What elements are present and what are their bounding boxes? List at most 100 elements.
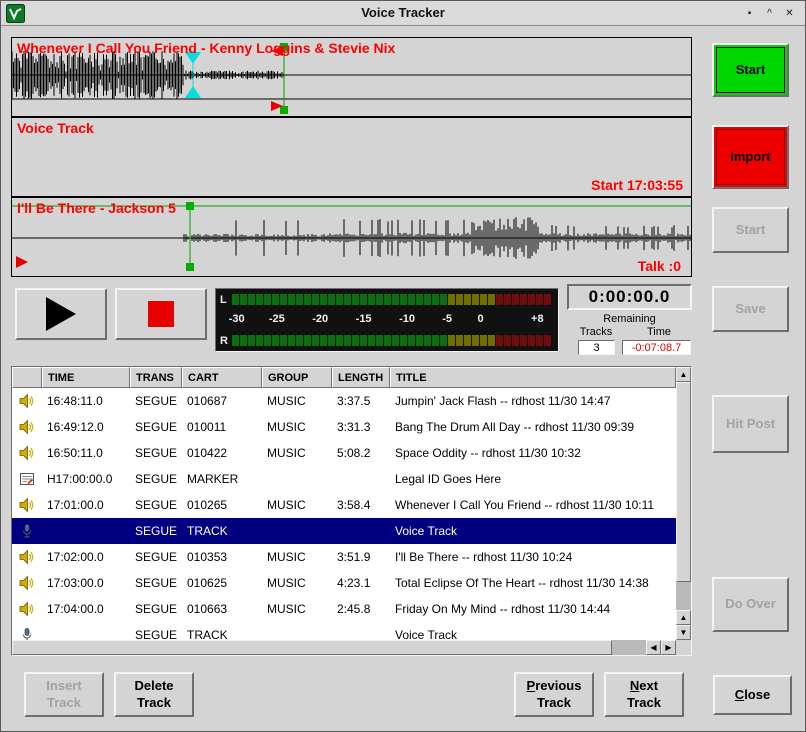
track-panel-previous-song[interactable]: Whenever I Call You Friend - Kenny Loggi… xyxy=(11,37,692,117)
remaining-time-label: Time xyxy=(631,326,687,338)
import-button[interactable]: Import xyxy=(712,125,789,189)
speaker-icon xyxy=(19,419,35,435)
cell-group: MUSIC xyxy=(262,596,332,622)
insert-track-label-1: Insert xyxy=(46,678,81,695)
close-window-icon[interactable]: ✕ xyxy=(782,6,797,21)
meter-segments-right xyxy=(232,335,552,346)
cell-length: 4:23.1 xyxy=(332,570,390,596)
previous-track-button[interactable]: Previous Track xyxy=(514,672,594,717)
log-row[interactable]: 17:01:00.0SEGUE010265MUSIC3:58.4Whenever… xyxy=(12,492,676,518)
scale-tick: 0 xyxy=(477,313,483,325)
stop-button[interactable] xyxy=(115,288,207,340)
scroll-right-button[interactable]: ▶ xyxy=(661,640,676,655)
iconify-icon[interactable]: ▪ xyxy=(742,6,757,21)
horizontal-scroll-thumb[interactable] xyxy=(12,640,612,655)
speaker-icon xyxy=(19,575,35,591)
track-panel-next-song[interactable]: I'll Be There - Jackson 5 Talk :0 xyxy=(11,197,692,277)
log-row[interactable]: 16:48:11.0SEGUE010687MUSIC3:37.5Jumpin' … xyxy=(12,388,676,414)
cell-length: 3:58.4 xyxy=(332,492,390,518)
log-row[interactable]: 16:50:11.0SEGUE010422MUSIC5:08.2Space Od… xyxy=(12,440,676,466)
horizontal-scrollbar[interactable]: ◀ ▶ xyxy=(12,640,676,655)
cell-time: 17:02:00.0 xyxy=(42,544,130,570)
speaker-icon xyxy=(19,497,35,513)
start-record-button[interactable]: Start xyxy=(712,43,789,97)
scale-tick: -15 xyxy=(356,313,372,325)
row-type-cell xyxy=(12,414,42,440)
do-over-label: Do Over xyxy=(725,596,776,613)
titlebar: Voice Tracker ▪ ^ ✕ xyxy=(1,1,805,26)
previous-track-label-2: Track xyxy=(537,695,571,712)
vertical-scroll-thumb[interactable] xyxy=(676,382,691,582)
cell-length xyxy=(332,466,390,492)
start-play-button: Start xyxy=(712,207,789,253)
cell-title: Voice Track xyxy=(390,518,676,544)
cell-cart: 010422 xyxy=(182,440,262,466)
track-title: I'll Be There - Jackson 5 xyxy=(17,200,176,216)
header-trans[interactable]: TRANS xyxy=(130,367,182,388)
header-cart[interactable]: CART xyxy=(182,367,262,388)
row-type-cell xyxy=(12,596,42,622)
cell-time: 16:48:11.0 xyxy=(42,388,130,414)
start-time-label: Start 17:03:55 xyxy=(591,177,683,193)
log-row[interactable]: 17:02:00.0SEGUE010353MUSIC3:51.9I'll Be … xyxy=(12,544,676,570)
scale-tick: -5 xyxy=(442,313,452,325)
log-row[interactable]: SEGUETRACKVoice Track xyxy=(12,518,676,544)
cell-cart: 010353 xyxy=(182,544,262,570)
cell-trans: SEGUE xyxy=(130,622,182,640)
cell-length: 3:31.3 xyxy=(332,414,390,440)
track-title: Whenever I Call You Friend - Kenny Loggi… xyxy=(17,40,395,56)
cell-time xyxy=(42,518,130,544)
play-button[interactable] xyxy=(15,288,107,340)
scroll-down-button[interactable]: ▼ xyxy=(676,625,691,640)
import-label: Import xyxy=(730,149,770,166)
log-row[interactable]: 16:49:12.0SEGUE010011MUSIC3:31.3Bang The… xyxy=(12,414,676,440)
cell-time: 17:04:00.0 xyxy=(42,596,130,622)
shade-icon[interactable]: ^ xyxy=(762,6,777,21)
scroll-up-button[interactable]: ▲ xyxy=(676,367,691,382)
cell-cart: MARKER xyxy=(182,466,262,492)
log-row[interactable]: 17:03:00.0SEGUE010625MUSIC4:23.1Total Ec… xyxy=(12,570,676,596)
header-time[interactable]: TIME xyxy=(42,367,130,388)
audio-level-meter: L -30 -25 -20 -15 -10 -5 0 +8 R xyxy=(215,288,559,352)
cell-length xyxy=(332,518,390,544)
scroll-down-icon: ▼ xyxy=(680,629,688,637)
cell-time: H17:00:00.0 xyxy=(42,466,130,492)
meter-segments-left xyxy=(232,294,552,305)
header-title[interactable]: TITLE xyxy=(390,367,676,388)
meter-right-label: R xyxy=(220,335,232,347)
microphone-icon xyxy=(19,523,35,539)
close-label: Close xyxy=(735,687,770,704)
next-track-button[interactable]: Next Track xyxy=(604,672,684,717)
cell-group: MUSIC xyxy=(262,388,332,414)
scale-tick: -10 xyxy=(399,313,415,325)
meter-left-label: L xyxy=(220,294,232,306)
cell-time xyxy=(42,622,130,640)
meter-scale: -30 -25 -20 -15 -10 -5 0 +8 xyxy=(220,313,554,327)
delete-track-label-1: Delete xyxy=(134,678,173,695)
scale-tick: -30 xyxy=(229,313,245,325)
log-row[interactable]: H17:00:00.0SEGUEMARKERLegal ID Goes Here xyxy=(12,466,676,492)
track-title: Voice Track xyxy=(17,120,94,136)
cell-length: 3:51.9 xyxy=(332,544,390,570)
header-icon-cell xyxy=(12,367,42,388)
track-panel-voice-track[interactable]: Voice Track Start 17:03:55 xyxy=(11,117,692,197)
remaining-tracks-value: 3 xyxy=(578,340,615,355)
cell-time: 16:50:11.0 xyxy=(42,440,130,466)
scrollbar-corner xyxy=(676,640,691,655)
header-group[interactable]: GROUP xyxy=(262,367,332,388)
cell-group xyxy=(262,466,332,492)
cell-length: 5:08.2 xyxy=(332,440,390,466)
log-row[interactable]: 17:04:00.0SEGUE010663MUSIC2:45.8Friday O… xyxy=(12,596,676,622)
window-title: Voice Tracker xyxy=(1,5,805,20)
close-button[interactable]: Close xyxy=(713,675,792,715)
vertical-scrollbar[interactable]: ▲ ▲ ▼ xyxy=(676,367,691,640)
header-length[interactable]: LENGTH xyxy=(332,367,390,388)
talk-time-label: Talk :0 xyxy=(638,258,681,274)
cell-trans: SEGUE xyxy=(130,570,182,596)
cell-cart: TRACK xyxy=(182,518,262,544)
scroll-up-button-2[interactable]: ▲ xyxy=(676,610,691,625)
scroll-left-button[interactable]: ◀ xyxy=(646,640,661,655)
log-row[interactable]: SEGUETRACKVoice Track xyxy=(12,622,676,640)
scale-tick: -25 xyxy=(269,313,285,325)
delete-track-button[interactable]: Delete Track xyxy=(114,672,194,717)
